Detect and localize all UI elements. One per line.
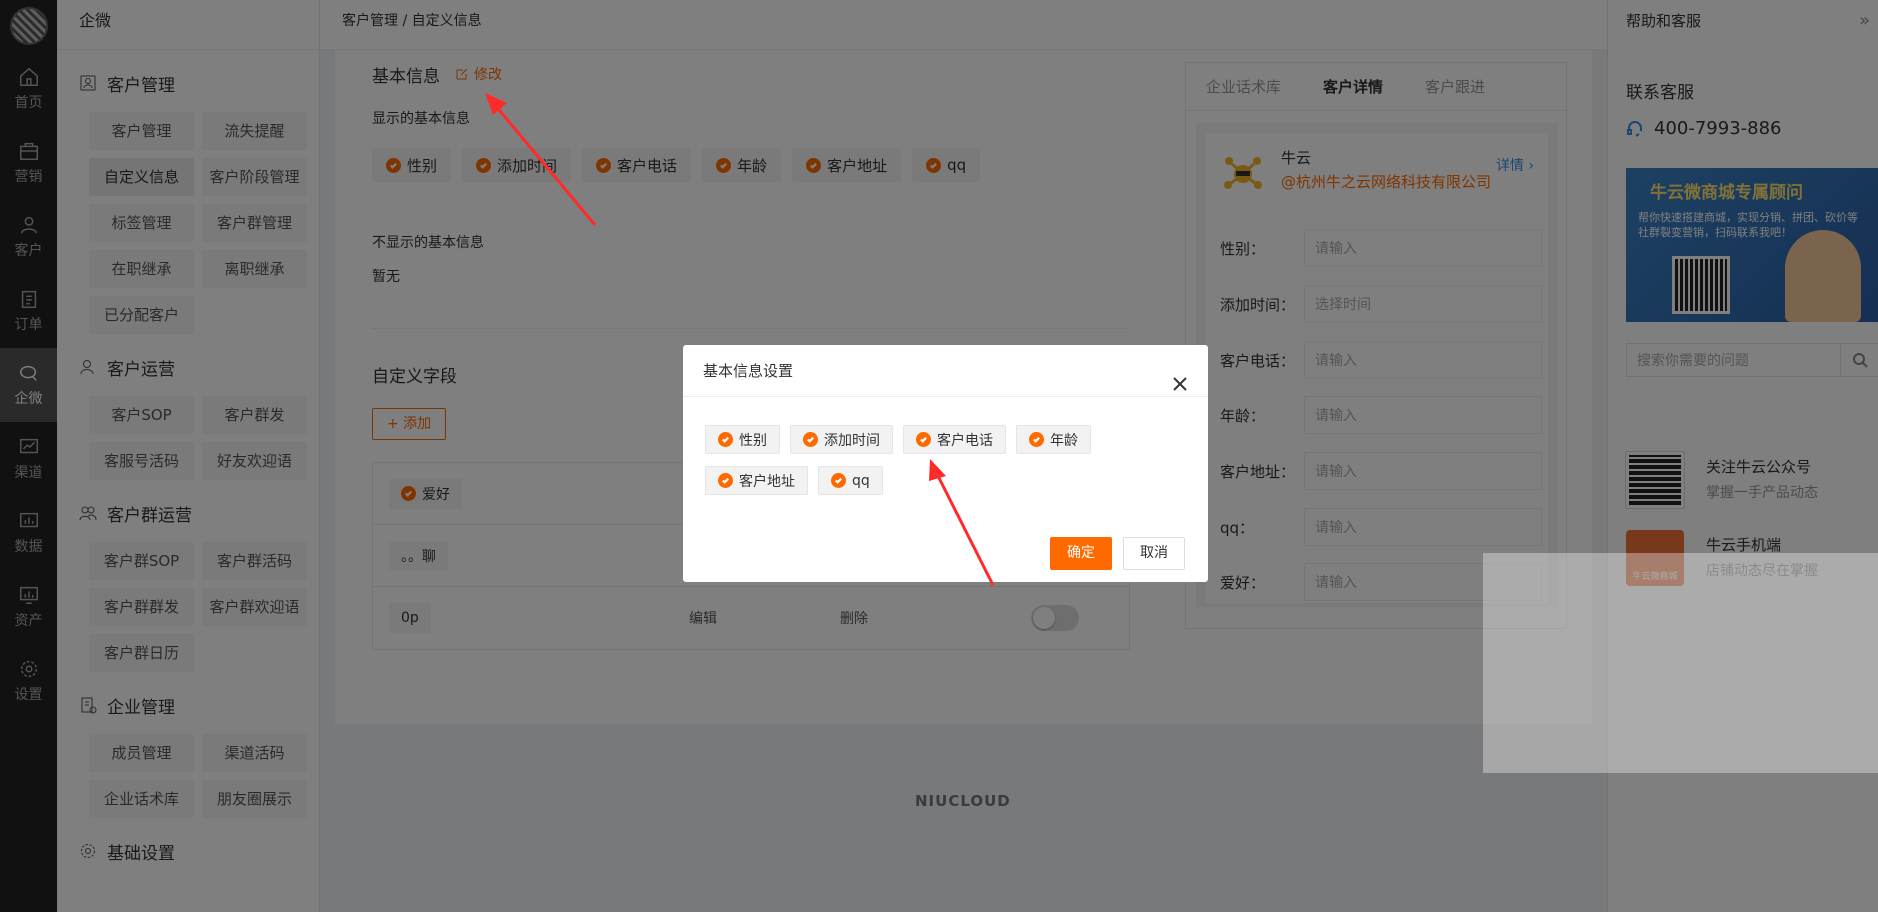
check-icon [803,432,818,447]
close-button[interactable] [1172,361,1192,391]
selectable-tag[interactable]: 客户地址 [705,466,808,495]
check-icon [718,432,733,447]
check-icon [916,432,931,447]
dialog-tags: 性别 添加时间 客户电话 年龄 客户地址 qq [705,425,1125,495]
check-icon [1029,432,1044,447]
dialog-title: 基本信息设置 [703,362,794,380]
selectable-tag[interactable]: 客户电话 [903,425,1006,454]
confirm-button[interactable]: 确定 [1050,537,1112,570]
check-icon [718,473,733,488]
basic-info-settings-dialog: 基本信息设置 性别 添加时间 客户电话 年龄 客户地址 qq 确定 取消 [683,345,1208,582]
selectable-tag[interactable]: 添加时间 [790,425,893,454]
selectable-tag[interactable]: 性别 [705,425,780,454]
close-icon [1173,377,1187,391]
dialog-header: 基本信息设置 [683,345,1208,397]
cancel-button[interactable]: 取消 [1123,537,1185,570]
overlay-highlight [1483,553,1878,773]
selectable-tag[interactable]: qq [818,466,883,495]
selectable-tag[interactable]: 年龄 [1016,425,1091,454]
check-icon [831,473,846,488]
